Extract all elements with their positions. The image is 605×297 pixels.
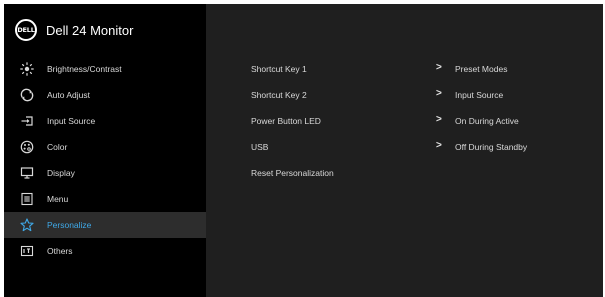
sidebar: DELL Dell 24 Monitor Brightness/Contrast xyxy=(4,4,206,297)
monitor-title: Dell 24 Monitor xyxy=(46,22,134,38)
chevron-right-icon: > xyxy=(436,88,442,99)
star-icon xyxy=(20,218,34,232)
sidebar-item-display[interactable]: Display xyxy=(4,160,206,186)
sidebar-item-label: Display xyxy=(47,168,75,178)
row-value-power-button-led: On During Active xyxy=(455,116,519,126)
monitor-osd-window: DELL Dell 24 Monitor Brightness/Contrast xyxy=(4,4,603,297)
row-power-button-led[interactable]: Power Button LED xyxy=(251,116,321,126)
sidebar-item-menu[interactable]: Menu xyxy=(4,186,206,212)
row-value-shortcut-key-2: Input Source xyxy=(455,90,504,100)
sidebar-item-personalize[interactable]: Personalize xyxy=(4,212,206,238)
input-source-icon xyxy=(20,114,34,128)
sidebar-item-label: Menu xyxy=(47,194,69,204)
row-value-shortcut-key-1: Preset Modes xyxy=(455,64,508,74)
menu-icon xyxy=(20,192,34,206)
row-shortcut-key-2[interactable]: Shortcut Key 2 xyxy=(251,90,307,100)
brightness-icon xyxy=(20,62,34,76)
sidebar-item-brightness-contrast[interactable]: Brightness/Contrast xyxy=(4,56,206,82)
sidebar-item-label: Color xyxy=(47,142,68,152)
sidebar-item-label: Others xyxy=(47,246,73,256)
dell-logo-text: DELL xyxy=(17,26,35,34)
sidebar-item-others[interactable]: Others xyxy=(4,238,206,264)
row-shortcut-key-1[interactable]: Shortcut Key 1 xyxy=(251,64,307,74)
row-value-usb: Off During Standby xyxy=(455,142,528,152)
sidebar-item-label: Input Source xyxy=(47,116,96,126)
auto-adjust-icon xyxy=(20,88,34,102)
sidebar-item-input-source[interactable]: Input Source xyxy=(4,108,206,134)
chevron-right-icon: > xyxy=(436,114,442,125)
chevron-right-icon: > xyxy=(436,62,442,73)
others-icon xyxy=(20,244,34,258)
dell-logo: DELL xyxy=(15,19,37,41)
sidebar-item-auto-adjust[interactable]: Auto Adjust xyxy=(4,82,206,108)
sidebar-item-label: Personalize xyxy=(47,220,92,230)
sidebar-item-label: Brightness/Contrast xyxy=(47,64,122,74)
sidebar-item-label: Auto Adjust xyxy=(47,90,91,100)
chevron-right-icon: > xyxy=(436,140,442,151)
display-icon xyxy=(20,166,34,180)
sidebar-item-color[interactable]: Color xyxy=(4,134,206,160)
row-reset-personalization[interactable]: Reset Personalization xyxy=(251,168,334,178)
color-palette-icon xyxy=(20,140,34,154)
row-usb[interactable]: USB xyxy=(251,142,268,152)
title-bar: DELL Dell 24 Monitor xyxy=(4,4,206,56)
